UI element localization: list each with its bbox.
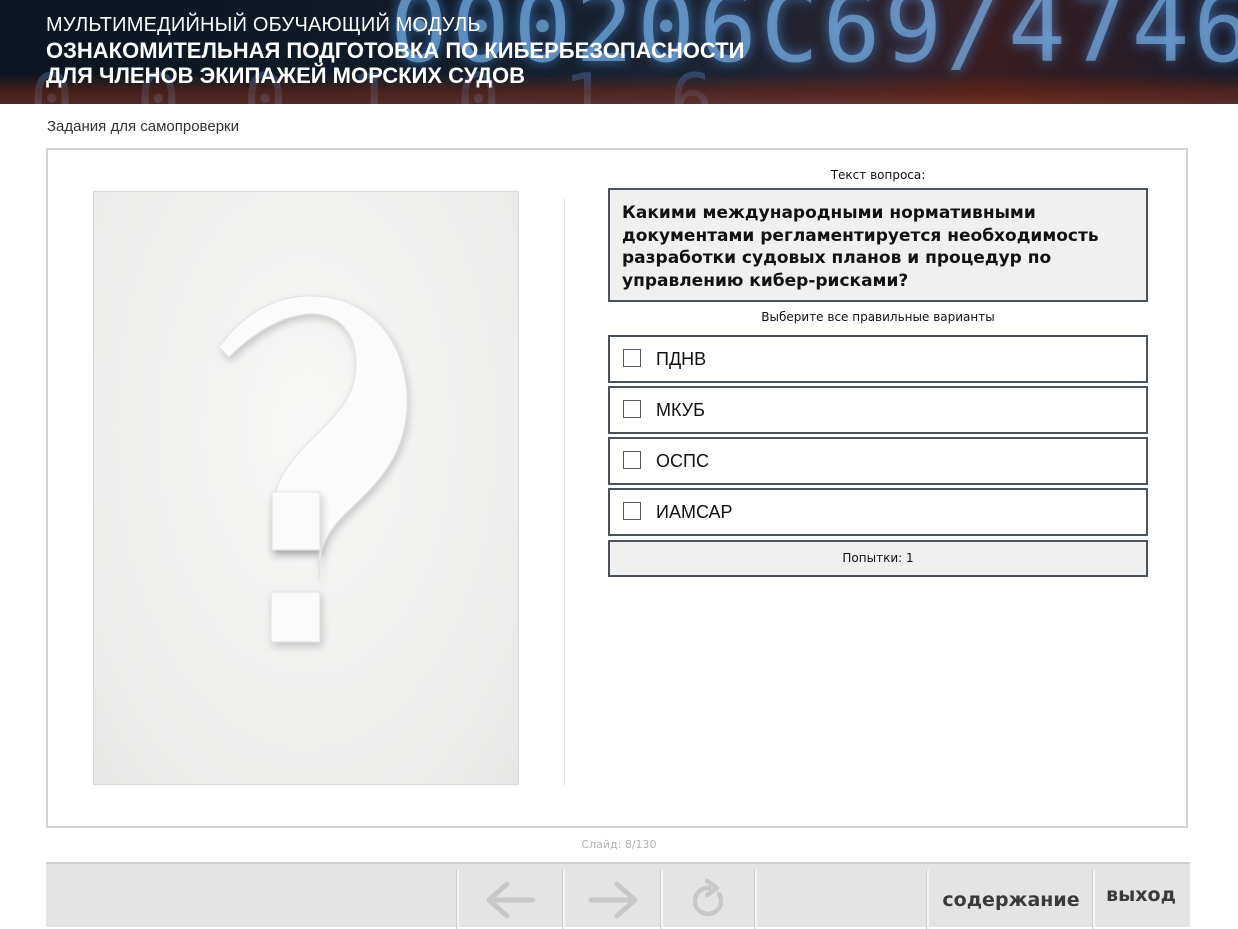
nav-divider [660, 870, 663, 929]
bottom-nav: содержание выход [46, 862, 1190, 929]
nav-divider [926, 870, 929, 929]
exit-button[interactable]: выход [1096, 870, 1186, 929]
question-text-box: Какими международными нормативными докум… [608, 188, 1148, 302]
section-label: Задания для самопроверки [47, 118, 239, 135]
arrow-left-icon [486, 881, 536, 918]
nav-divider [1092, 870, 1095, 929]
contents-button[interactable]: содержание [930, 870, 1092, 929]
exit-label: выход [1106, 884, 1176, 906]
contents-label: содержание [942, 888, 1080, 911]
checkbox[interactable] [623, 349, 641, 367]
reload-icon [692, 878, 724, 916]
answer-option-1[interactable]: ПДНВ [608, 335, 1148, 383]
column-divider [564, 198, 565, 786]
reload-button[interactable] [664, 870, 754, 929]
answer-option-2[interactable]: МКУБ [608, 386, 1148, 434]
nav-divider [456, 870, 459, 929]
question-mark-icon [218, 295, 408, 643]
checkbox[interactable] [623, 451, 641, 469]
header-text: МУЛЬТИМЕДИЙНЫЙ ОБУЧАЮЩИЙ МОДУЛЬ ОЗНАКОМИ… [46, 12, 745, 88]
back-button[interactable] [460, 870, 562, 929]
nav-divider [754, 870, 757, 929]
arrow-right-icon [588, 881, 638, 918]
answer-option-3[interactable]: ОСПС [608, 437, 1148, 485]
checkbox[interactable] [623, 400, 641, 418]
module-subtitle: МУЛЬТИМЕДИЙНЫЙ ОБУЧАЮЩИЙ МОДУЛЬ [46, 14, 481, 36]
question-illustration [93, 191, 519, 785]
checkbox[interactable] [623, 502, 641, 520]
answer-option-label: ОСПС [656, 451, 709, 471]
forward-button[interactable] [566, 870, 660, 929]
question-caption: Текст вопроса: [830, 168, 926, 182]
module-title-line-1: ОЗНАКОМИТЕЛЬНАЯ ПОДГОТОВКА ПО КИБЕРБЕЗОП… [46, 38, 745, 63]
nav-divider [562, 870, 565, 929]
answer-option-label: ПДНВ [656, 349, 707, 369]
attempts-counter: Попытки: 1 [608, 540, 1148, 577]
slide-counter: Слайд: 8/130 [581, 838, 657, 851]
answer-option-label: МКУБ [656, 400, 705, 420]
answer-option-4[interactable]: ИАМСАР [608, 488, 1148, 536]
module-title-line-2: ДЛЯ ЧЛЕНОВ ЭКИПАЖЕЙ МОРСКИХ СУДОВ [46, 63, 525, 88]
header-banner: 000206C69/4746C6 0 0 0 1 0 1 6 МУЛЬТИМЕД… [0, 0, 1238, 104]
question-text: Какими международными нормативными докум… [622, 203, 1099, 291]
answer-hint: Выберите все правильные варианты [761, 310, 995, 324]
answer-option-label: ИАМСАР [656, 502, 733, 522]
quiz-panel: Текст вопроса: Какими международными нор… [46, 148, 1188, 828]
